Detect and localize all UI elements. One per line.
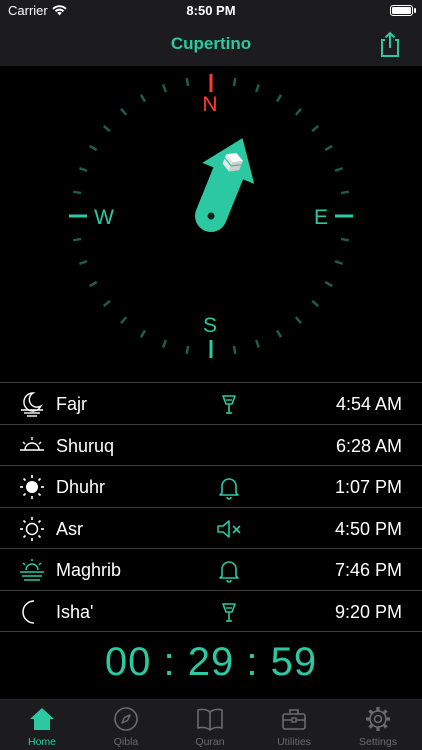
compass-tick (139, 329, 147, 338)
muted-icon[interactable] (216, 516, 242, 542)
compass-tick (275, 329, 283, 338)
prayer-name: Isha' (56, 601, 94, 622)
prayer-row-fajr[interactable]: Fajr 4:54 AM (0, 382, 422, 424)
bell-icon[interactable] (216, 474, 242, 500)
moon-icon (22, 600, 35, 624)
prayer-name: Maghrib (56, 560, 122, 581)
compass-tick (254, 84, 261, 93)
prayer-times-list: Fajr 4:54 AM Shuruq 6:28 AM Dhuhr 1:07 P… (0, 382, 422, 632)
compass-tick (89, 144, 98, 152)
prayer-time: 7:46 PM (334, 560, 402, 581)
compass-south-label: S (203, 314, 217, 337)
compass-east-label: E (314, 206, 328, 229)
tab-qibla[interactable]: Qibla (84, 700, 168, 750)
compass-north-label: N (202, 93, 217, 116)
tab-bar: Home Qibla Quran Utilities Settings (0, 699, 422, 750)
tab-label: Qibla (113, 736, 139, 748)
status-bar: Carrier 8:50 PM (0, 0, 422, 22)
compass-tick (294, 107, 302, 116)
home-icon (30, 708, 54, 730)
page-title: Cupertino (170, 34, 252, 53)
battery-icon (390, 5, 413, 16)
compass-tick (72, 190, 82, 195)
compass-tick (185, 345, 190, 355)
compass-west-label: W (94, 206, 114, 229)
share-icon[interactable] (376, 30, 404, 58)
compass-tick (161, 339, 168, 348)
compass-tick (340, 237, 350, 242)
tab-settings[interactable]: Settings (336, 700, 420, 750)
book-icon (197, 708, 223, 731)
compass-tick (79, 166, 88, 173)
notification-on-icon[interactable] (216, 599, 242, 625)
compass-tick (324, 280, 333, 288)
compass-tick (89, 280, 98, 288)
sun-icon (20, 475, 44, 500)
sunrise-icon (20, 436, 44, 451)
compass-tick (232, 77, 237, 87)
prayer-time: 6:28 AM (335, 435, 402, 456)
compass-tick (232, 345, 237, 355)
compass-tick (120, 107, 128, 116)
compass-tick (72, 237, 82, 242)
next-prayer-countdown: 00 : 29 : 59 (104, 640, 318, 684)
bell-icon[interactable] (216, 557, 242, 584)
tab-utilities[interactable]: Utilities (252, 700, 336, 750)
toolbox-icon (282, 709, 306, 730)
tab-quran[interactable]: Quran (168, 700, 252, 750)
compass-tick (311, 299, 320, 307)
tab-label: Utilities (277, 736, 311, 748)
prayer-row-shuruq[interactable]: Shuruq 6:28 AM (0, 423, 422, 466)
prayer-time: 4:54 AM (335, 394, 402, 414)
status-time: 8:50 PM (186, 3, 236, 18)
navigation-bar: Cupertino (0, 22, 422, 66)
prayer-name: Fajr (56, 394, 87, 414)
prayer-time: 4:50 PM (334, 518, 402, 539)
compass-tick (294, 316, 302, 325)
compass-tick (139, 94, 147, 103)
prayer-row-maghrib[interactable]: Maghrib 7:46 PM (0, 548, 422, 590)
compass-tick (185, 77, 190, 87)
sun-outline-icon (20, 516, 44, 541)
prayer-name: Dhuhr (56, 477, 106, 498)
compass-tick (102, 125, 111, 133)
compass-tick (334, 259, 343, 266)
tab-label: Home (27, 736, 56, 748)
notification-on-icon[interactable] (216, 391, 242, 417)
prayer-time: 1:07 PM (334, 477, 402, 498)
fajr-icon (21, 392, 43, 417)
prayer-name: Shuruq (56, 435, 115, 456)
prayer-time: 9:20 PM (334, 601, 402, 622)
compass-tick (275, 94, 283, 103)
prayer-row-asr[interactable]: Asr 4:50 PM (0, 506, 422, 549)
compass-icon (114, 707, 138, 731)
tab-label: Quran (195, 736, 225, 748)
compass-tick (120, 316, 128, 325)
prayer-row-dhuhr[interactable]: Dhuhr 1:07 PM (0, 465, 422, 507)
qibla-compass: N E S W (69, 74, 353, 358)
kaaba-arrow-icon (195, 138, 255, 232)
compass-tick (79, 259, 88, 266)
compass-tick (340, 190, 350, 195)
compass-tick (161, 84, 168, 93)
gear-icon (366, 707, 390, 731)
sunset-icon (20, 559, 44, 582)
tab-home[interactable]: Home (0, 700, 84, 750)
compass-tick (311, 125, 320, 133)
compass-tick (334, 166, 343, 173)
compass-tick (324, 144, 333, 152)
tab-label: Settings (359, 736, 397, 748)
prayer-name: Asr (56, 518, 83, 539)
compass-tick (254, 339, 261, 348)
prayer-row-isha[interactable]: Isha' 9:20 PM (0, 589, 422, 632)
compass-tick (102, 299, 111, 307)
